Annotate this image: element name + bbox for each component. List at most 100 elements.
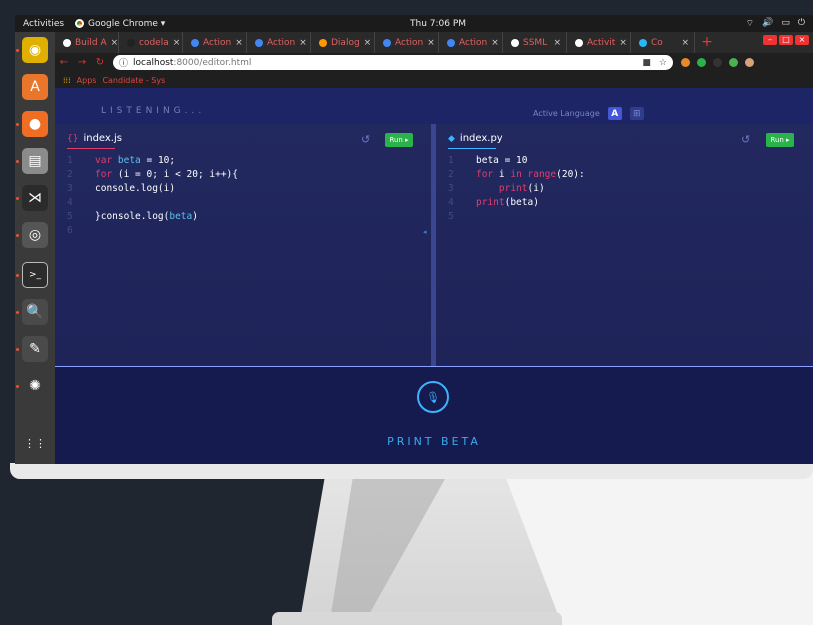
py-tab-underline	[448, 148, 496, 149]
back-button[interactable]: ←	[55, 57, 73, 68]
line-number: 5	[448, 211, 454, 222]
tab-close-icon[interactable]: ×	[491, 38, 499, 48]
tab-close-icon[interactable]: ×	[681, 38, 689, 48]
system-tray[interactable]: ⌔ 🔊 ▭ ⏻	[746, 18, 805, 29]
code-token: beta = 10	[476, 155, 528, 166]
py-file-tab[interactable]: ◆ index.py	[448, 133, 503, 144]
js-code-editor[interactable]: 1 var beta = 10; 2 for (i = 0; i < 20; i++)…	[67, 154, 238, 238]
browser-tab[interactable]: Activit ×	[567, 32, 631, 53]
browser-tab[interactable]: codela ×	[119, 32, 183, 53]
new-tab-button[interactable]: +	[695, 32, 719, 53]
tab-close-icon[interactable]: ×	[299, 38, 307, 48]
reload-button[interactable]: ↻	[91, 57, 109, 68]
running-indicator	[16, 348, 19, 351]
py-run-button[interactable]: Run ▸	[766, 133, 794, 147]
tab-favicon-icon	[319, 38, 327, 47]
tab-close-icon[interactable]: ×	[235, 38, 243, 48]
terminal-icon[interactable]: >_	[22, 262, 48, 288]
tab-strip: Build A × codela × Action × Action × Dialog × Acti…	[55, 32, 813, 53]
editor-panes: {} index.js ↺ Run ▸ 1 var beta = 10; 2 for …	[55, 124, 813, 366]
extension-icon[interactable]	[681, 58, 690, 67]
forward-button[interactable]: →	[73, 57, 91, 68]
bookmark-star-icon[interactable]: ☆	[659, 58, 667, 68]
text-editor-icon[interactable]: ✎	[22, 336, 48, 362]
code-token: in	[510, 169, 528, 180]
maximize-button[interactable]: □	[779, 35, 793, 45]
running-indicator	[16, 234, 19, 237]
running-indicator	[16, 385, 19, 388]
bookmark-candidate[interactable]: Candidate - Sys	[102, 76, 165, 85]
tab-close-icon[interactable]: ×	[553, 38, 561, 48]
tab-label: SSML	[523, 37, 548, 48]
volume-icon: 🔊	[762, 18, 774, 28]
rhythmbox-icon[interactable]: ◉	[22, 37, 48, 63]
browser-tab[interactable]: Build A ×	[55, 32, 119, 53]
tab-favicon-icon	[383, 38, 391, 47]
tab-close-icon[interactable]: ×	[427, 38, 435, 48]
clock[interactable]: Thu 7:06 PM	[410, 19, 466, 29]
code-line: 5}console.log(beta)	[67, 210, 238, 224]
running-indicator	[16, 274, 19, 277]
address-bar[interactable]: ⓘ localhost:8000/editor.html ■ ☆	[113, 55, 673, 70]
window-controls: – □ ×	[763, 35, 809, 45]
microphone-button[interactable]: 🎙	[417, 381, 449, 413]
monitor-base	[272, 612, 562, 625]
code-token: beta	[117, 155, 141, 166]
tab-favicon-icon	[447, 38, 455, 47]
tab-close-icon[interactable]: ×	[364, 38, 372, 48]
extensions	[681, 58, 754, 67]
tab-label: Action	[203, 37, 232, 48]
tab-close-icon[interactable]: ×	[111, 38, 118, 48]
reset-icon[interactable]: ↺	[361, 133, 370, 146]
wifi-icon: ⌔	[745, 19, 755, 29]
browser-window: Build A × codela × Action × Action × Dialog × Acti…	[55, 32, 813, 464]
monitor-bezel	[10, 463, 813, 479]
extension-icon[interactable]	[713, 58, 722, 67]
language-b-button[interactable]: ⊞	[629, 107, 644, 120]
browser-tab[interactable]: Dialog ×	[311, 32, 375, 53]
chrome-icon[interactable]: ◎	[22, 222, 48, 248]
code-line: 1 var beta = 10;	[67, 154, 238, 168]
app-menu[interactable]: Google Chrome ▾	[75, 19, 165, 29]
reset-icon[interactable]: ↺	[741, 133, 750, 146]
py-code-editor[interactable]: 1 beta = 10 2 for i in range (20): 3 print (i)…	[448, 154, 585, 224]
js-filename: index.js	[83, 133, 122, 144]
show-apps-icon[interactable]: ⋮⋮	[22, 430, 48, 456]
js-file-tab[interactable]: {} index.js	[67, 133, 122, 144]
profile-avatar[interactable]	[745, 58, 754, 67]
extension-icon[interactable]	[697, 58, 706, 67]
tab-close-icon[interactable]: ×	[173, 38, 181, 48]
code-line: 4 print (beta)	[448, 196, 585, 210]
image-viewer-icon[interactable]: 🔍	[22, 299, 48, 325]
browser-tab[interactable]: Action ×	[439, 32, 503, 53]
code-token: (i)	[527, 183, 545, 194]
info-icon[interactable]: ⓘ	[119, 56, 128, 69]
close-window-button[interactable]: ×	[795, 35, 809, 45]
minimize-button[interactable]: –	[763, 35, 777, 45]
files-icon[interactable]: ▤	[22, 148, 48, 174]
activities-button[interactable]: Activities	[15, 19, 75, 29]
browser-tab[interactable]: SSML ×	[503, 32, 567, 53]
tab-close-icon[interactable]: ×	[619, 38, 627, 48]
browser-tab[interactable]: Action ×	[247, 32, 311, 53]
camera-icon[interactable]: ■	[642, 58, 651, 68]
browser-tab[interactable]: Action ×	[375, 32, 439, 53]
tab-favicon-icon	[127, 38, 135, 47]
vscode-icon[interactable]: ⋊	[22, 185, 48, 211]
url-path: :8000/editor.html	[173, 57, 252, 68]
browser-tab[interactable]: Action ×	[183, 32, 247, 53]
extension-icon[interactable]	[729, 58, 738, 67]
firefox-icon[interactable]: ●	[22, 111, 48, 137]
voice-panel: 🎙 PRINT BETA	[55, 366, 813, 464]
settings-icon[interactable]: ✺	[22, 373, 48, 399]
line-number: 2	[448, 169, 454, 180]
bookmark-apps[interactable]: Apps	[77, 76, 97, 85]
running-indicator	[16, 49, 19, 52]
tab-label: Action	[459, 37, 488, 48]
software-center-icon[interactable]: A	[22, 74, 48, 100]
browser-tab[interactable]: Co ×	[631, 32, 695, 53]
tab-label: codela	[139, 37, 169, 48]
code-token: }console.log(	[95, 211, 170, 222]
js-run-button[interactable]: Run ▸	[385, 133, 413, 147]
language-a-button[interactable]: A	[607, 107, 622, 120]
